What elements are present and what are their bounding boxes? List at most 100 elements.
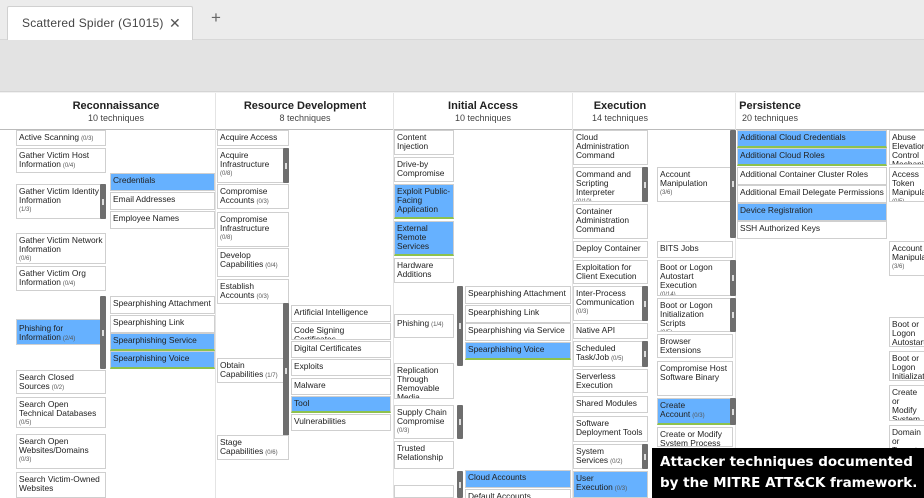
- subtechnique-cell[interactable]: Malware: [291, 378, 391, 395]
- technique-cell[interactable]: Establish Accounts (0/3): [217, 279, 289, 304]
- technique-cell[interactable]: Exploitation for Client Execution: [573, 260, 648, 284]
- subtechnique-toggle[interactable]: [730, 298, 736, 332]
- technique-cell[interactable]: Acquire Infrastructure (0/8): [217, 148, 289, 183]
- subtechnique-cell[interactable]: Additional Cloud Roles: [737, 148, 887, 166]
- subtechnique-cell[interactable]: SSH Authorized Keys: [737, 221, 887, 239]
- technique-cell[interactable]: Gather Victim Identity Information (1/3): [16, 184, 106, 219]
- technique-cell[interactable]: Command and Scripting Interpreter (0/10): [573, 167, 648, 202]
- technique-cell[interactable]: Inter-Process Communication (0/3): [573, 286, 648, 321]
- technique-cell[interactable]: Software Deployment Tools: [573, 416, 648, 442]
- technique-cell[interactable]: Acquire Access: [217, 130, 289, 146]
- browser-tab[interactable]: Scattered Spider (G1015) ✕: [7, 6, 193, 40]
- subtechnique-toggle[interactable]: [730, 398, 736, 425]
- close-icon[interactable]: ✕: [169, 15, 181, 32]
- subtechnique-toggle[interactable]: [642, 167, 648, 202]
- technique-cell[interactable]: Phishing for Information (2/4): [16, 319, 106, 345]
- subtechnique-cell[interactable]: Spearphishing Link: [110, 315, 215, 333]
- technique-cell[interactable]: Serverless Execution: [573, 369, 648, 393]
- technique-cell[interactable]: Search Open Websites/Domains (0/3): [16, 434, 106, 469]
- subtechnique-cell[interactable]: Email Addresses: [110, 192, 215, 210]
- subtechnique-cell[interactable]: Exploits: [291, 359, 391, 376]
- technique-cell[interactable]: Account Manipulation (3/6): [657, 167, 733, 202]
- technique-cell[interactable]: Abuse Elevation Control Mechanism: [889, 130, 924, 165]
- technique-cell[interactable]: Domain or Tenant Policy: [889, 425, 924, 449]
- technique-cell[interactable]: Browser Extensions: [657, 334, 733, 358]
- technique-cell[interactable]: Cloud Administration Command: [573, 130, 648, 165]
- technique-cell[interactable]: System Services (0/2): [573, 444, 648, 469]
- subtechnique-toggle[interactable]: [283, 148, 289, 183]
- subtechnique-cell[interactable]: Credentials: [110, 173, 215, 191]
- subtechnique-toggle[interactable]: [642, 286, 648, 321]
- subtechnique-toggle[interactable]: [642, 444, 648, 469]
- subtechnique-toggle[interactable]: [730, 130, 736, 238]
- subtechnique-cell[interactable]: Spearphishing Attachment: [465, 286, 571, 304]
- technique-cell[interactable]: Access Token Manipulation (0/5): [889, 167, 924, 202]
- technique-cell[interactable]: Deploy Container: [573, 241, 648, 258]
- tactic-resource-development[interactable]: Resource Development 8 techniques: [205, 100, 405, 123]
- technique-cell[interactable]: Gather Victim Network Information (0/6): [16, 233, 106, 264]
- technique-cell[interactable]: Container Administration Command: [573, 204, 648, 239]
- subtechnique-cell[interactable]: Spearphishing Voice: [465, 342, 571, 360]
- technique-cell[interactable]: Compromise Host Software Binary: [657, 361, 733, 396]
- subtechnique-cell[interactable]: Code Signing Certificates: [291, 323, 391, 340]
- technique-cell[interactable]: Supply Chain Compromise (0/3): [394, 405, 454, 439]
- technique-cell[interactable]: Replication Through Removable Media: [394, 363, 454, 399]
- subtechnique-cell[interactable]: Cloud Accounts: [465, 470, 571, 488]
- tactic-persistence[interactable]: Persistence 20 techniques: [700, 100, 840, 123]
- technique-cell[interactable]: Search Victim-Owned Websites: [16, 472, 106, 498]
- tactic-initial-access[interactable]: Initial Access 10 techniques: [395, 100, 571, 123]
- subtechnique-toggle[interactable]: [457, 471, 463, 498]
- technique-cell[interactable]: Content Injection: [394, 130, 454, 155]
- technique-cell[interactable]: Create or Modify System Process: [889, 385, 924, 421]
- subtechnique-toggle[interactable]: [100, 184, 106, 219]
- subtechnique-cell[interactable]: Additional Email Delegate Permissions: [737, 185, 887, 203]
- technique-cell[interactable]: Phishing (1/4): [394, 314, 454, 338]
- technique-cell[interactable]: Shared Modules: [573, 396, 648, 413]
- technique-cell[interactable]: Compromise Accounts (0/3): [217, 184, 289, 209]
- technique-cell[interactable]: Create or Modify System Process: [657, 427, 733, 447]
- subtechnique-cell[interactable]: Vulnerabilities: [291, 414, 391, 431]
- technique-cell[interactable]: Search Closed Sources (0/2): [16, 370, 106, 394]
- technique-cell[interactable]: Scheduled Task/Job (0/5): [573, 341, 648, 367]
- technique-cell[interactable]: Hardware Additions: [394, 258, 454, 283]
- technique-cell[interactable]: Compromise Infrastructure (0/8): [217, 212, 289, 247]
- technique-cell[interactable]: Boot or Logon Autostart Execution (0/14): [657, 260, 733, 296]
- subtechnique-cell[interactable]: Spearphishing Service: [110, 333, 215, 351]
- subtechnique-toggle[interactable]: [100, 296, 106, 369]
- technique-cell[interactable]: Boot or Logon Initialization Scripts(0/5…: [889, 351, 924, 381]
- subtechnique-cell[interactable]: Default Accounts: [465, 489, 571, 498]
- subtechnique-cell[interactable]: Spearphishing Attachment: [110, 296, 215, 314]
- subtechnique-toggle[interactable]: [457, 405, 463, 439]
- technique-cell[interactable]: Develop Capabilities (0/4): [217, 248, 289, 277]
- technique-cell[interactable]: BITS Jobs: [657, 241, 733, 258]
- technique-cell[interactable]: Boot or Logon Autostart Execution: [889, 317, 924, 347]
- subtechnique-cell[interactable]: Additional Container Cluster Roles: [737, 167, 887, 185]
- tactic-reconnaissance[interactable]: Reconnaissance 10 techniques: [17, 100, 215, 123]
- technique-cell[interactable]: Exploit Public-Facing Application: [394, 184, 454, 219]
- subtechnique-toggle[interactable]: [283, 303, 289, 439]
- technique-cell[interactable]: External Remote Services: [394, 221, 454, 256]
- subtechnique-cell[interactable]: Spearphishing Link: [465, 305, 571, 323]
- technique-cell[interactable]: Obtain Capabilities (1/7): [217, 358, 289, 383]
- subtechnique-cell[interactable]: Additional Cloud Credentials: [737, 130, 887, 148]
- technique-cell[interactable]: Boot or Logon Initialization Scripts(0/5…: [657, 298, 733, 332]
- technique-cell[interactable]: [394, 485, 454, 498]
- subtechnique-cell[interactable]: Employee Names: [110, 211, 215, 229]
- subtechnique-toggle[interactable]: [457, 286, 463, 366]
- new-tab-icon[interactable]: +: [211, 8, 221, 28]
- subtechnique-cell[interactable]: Device Registration: [737, 203, 887, 221]
- technique-cell[interactable]: Account Manipulation (3/6): [889, 241, 924, 276]
- technique-cell[interactable]: Stage Capabilities (0/6): [217, 435, 289, 460]
- technique-cell[interactable]: Native API: [573, 323, 648, 339]
- subtechnique-toggle[interactable]: [730, 260, 736, 296]
- subtechnique-cell[interactable]: Digital Certificates: [291, 341, 391, 358]
- technique-cell[interactable]: Trusted Relationship: [394, 441, 454, 469]
- subtechnique-cell[interactable]: Spearphishing Voice: [110, 351, 215, 369]
- technique-cell[interactable]: Drive-by Compromise: [394, 157, 454, 182]
- subtechnique-toggle[interactable]: [642, 341, 648, 367]
- technique-cell[interactable]: Gather Victim Org Information (0/4): [16, 266, 106, 291]
- subtechnique-cell[interactable]: Artificial Intelligence: [291, 305, 391, 322]
- subtechnique-cell[interactable]: Tool: [291, 396, 391, 413]
- subtechnique-cell[interactable]: Spearphishing via Service: [465, 323, 571, 341]
- technique-cell[interactable]: Create Account (0/3): [657, 398, 733, 425]
